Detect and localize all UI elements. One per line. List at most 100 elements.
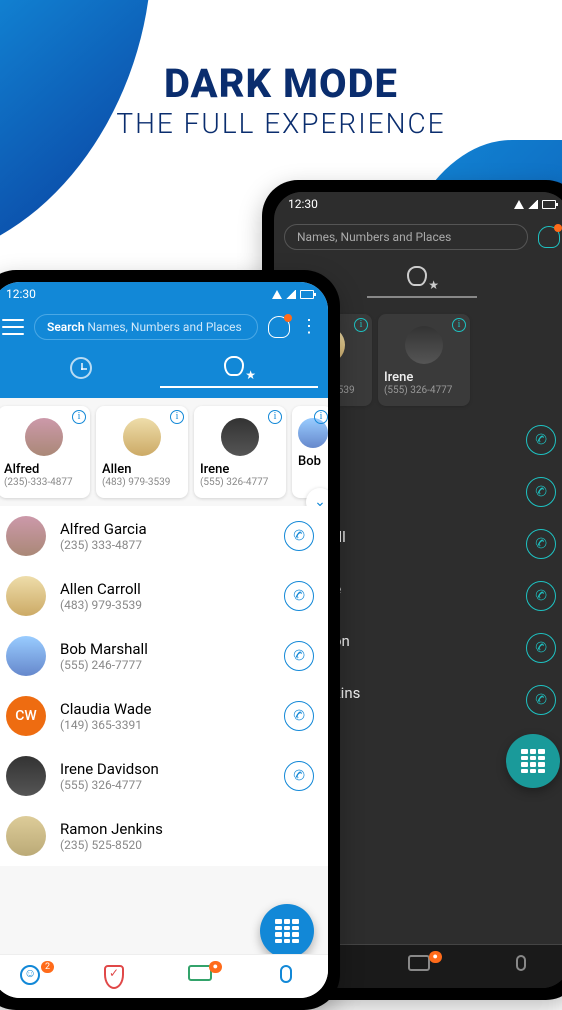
avatar <box>25 418 63 456</box>
avatar <box>405 326 443 364</box>
info-icon[interactable]: i <box>72 410 86 424</box>
search-hint: Names, Numbers and Places <box>87 320 241 334</box>
contact-name: Allen Carroll <box>60 580 270 598</box>
call-button[interactable]: ✆ <box>526 477 556 507</box>
favorite-card[interactable]: i Bob <box>292 406 328 498</box>
call-button[interactable]: ✆ <box>284 701 314 731</box>
call-button[interactable]: ✆ <box>526 425 556 455</box>
contact-phone: (483) 979-3539 <box>60 598 270 612</box>
search-label: Search <box>47 320 84 334</box>
nav-voice-icon[interactable] <box>272 965 300 989</box>
favorite-phone: (555) 326-4777 <box>200 477 280 488</box>
phone-light-shell: 12:30 Search Names, Numbers and Places ⋮ <box>0 270 340 1010</box>
trophy-icon[interactable] <box>268 316 290 338</box>
statusbar-light: 12:30 <box>0 282 328 306</box>
favorite-phone: (483) 979-3539 <box>102 477 182 488</box>
star-icon: ★ <box>245 368 256 382</box>
avatar <box>6 516 46 556</box>
phone-icon: ✆ <box>533 587 548 605</box>
dialpad-fab[interactable] <box>506 734 560 788</box>
nav-block-icon[interactable]: ● <box>188 965 216 989</box>
hero-subtitle: THE FULL EXPERIENCE <box>0 107 562 140</box>
phone-icon: ✆ <box>533 535 548 553</box>
phone-icon: ✆ <box>533 483 548 501</box>
search-hint: Names, Numbers and Places <box>297 230 451 244</box>
contact-phone: (555) 326-4777 <box>60 778 270 792</box>
favorite-card[interactable]: i Allen (483) 979-3539 <box>96 406 188 498</box>
contact-name: Bob Marshall <box>60 640 270 658</box>
hero-title: DARK MODE <box>0 60 562 107</box>
statusbar-dark: 12:30 <box>274 192 562 216</box>
menu-icon[interactable] <box>2 319 24 335</box>
bottom-nav-light: ☺ 2 ● <box>0 954 328 998</box>
phone-icon: ✆ <box>291 707 306 725</box>
call-button[interactable]: ✆ <box>526 685 556 715</box>
call-button[interactable]: ✆ <box>284 581 314 611</box>
tab-recent[interactable] <box>59 354 103 382</box>
call-button[interactable]: ✆ <box>284 521 314 551</box>
nav-badge: 2 <box>41 961 54 973</box>
contact-phone: (235) 333-4877 <box>60 538 270 552</box>
contact-row[interactable]: Irene Davidson(555) 326-4777✆ <box>0 746 328 806</box>
nav-block-icon[interactable]: ● <box>408 955 436 979</box>
call-button[interactable]: ✆ <box>284 641 314 671</box>
info-icon[interactable]: i <box>268 410 282 424</box>
screen-light: 12:30 Search Names, Numbers and Places ⋮ <box>0 282 328 998</box>
favorite-name: Bob <box>298 454 326 469</box>
nav-protect-icon[interactable] <box>104 965 132 989</box>
shield-icon <box>104 965 124 989</box>
overflow-menu-icon[interactable]: ⋮ <box>300 318 318 336</box>
status-time: 12:30 <box>288 197 318 211</box>
tab-contacts[interactable]: ★ <box>217 354 261 382</box>
call-button[interactable]: ✆ <box>526 581 556 611</box>
search-box[interactable]: Search Names, Numbers and Places <box>34 314 258 340</box>
person-icon <box>224 356 244 376</box>
favorite-name: Irene <box>384 370 464 385</box>
tab-underline <box>367 296 477 298</box>
avatar <box>6 576 46 616</box>
nav-badge: ● <box>429 951 442 963</box>
tab-underline <box>160 386 318 388</box>
favorite-phone: (555) 326-4777 <box>384 385 464 396</box>
contact-row[interactable]: CWClaudia Wade(149) 365-3391✆ <box>0 686 328 746</box>
phone-icon: ✆ <box>291 767 306 785</box>
contact-phone: (149) 365-3391 <box>60 718 270 732</box>
dialpad-icon <box>521 749 545 773</box>
contact-row[interactable]: Allen Carroll(483) 979-3539 ✆ <box>0 566 328 626</box>
nav-voice-icon[interactable] <box>507 955 535 979</box>
info-icon[interactable]: i <box>170 410 184 424</box>
info-icon[interactable]: i <box>452 318 466 332</box>
contact-row[interactable]: Alfred Garcia(235) 333-4877 ✆ <box>0 506 328 566</box>
nav-badge: ● <box>209 961 222 973</box>
call-button[interactable]: ✆ <box>526 529 556 559</box>
favorite-card[interactable]: i Irene (555) 326-4777 <box>194 406 286 498</box>
phone-icon: ✆ <box>533 431 548 449</box>
contact-name: Alfred Garcia <box>60 520 270 538</box>
favorite-name: Irene <box>200 462 280 477</box>
info-icon[interactable]: i <box>354 318 368 332</box>
call-button[interactable]: ✆ <box>526 633 556 663</box>
phone-icon: ✆ <box>291 587 306 605</box>
contact-row[interactable]: Bob Marshall(555) 246-7777 ✆ <box>0 626 328 686</box>
contact-row[interactable]: Ramon Jenkins(235) 525-8520 <box>0 806 328 866</box>
nav-caller-id-icon[interactable]: ☺ 2 <box>20 965 48 989</box>
dialpad-fab[interactable] <box>260 904 314 958</box>
contact-phone: (235) 525-8520 <box>60 838 314 852</box>
contact-phone: (555) 246-7777 <box>60 658 270 672</box>
avatar <box>123 418 161 456</box>
phone-icon: ✆ <box>533 639 548 657</box>
contact-list: Alfred Garcia(235) 333-4877 ✆ Allen Carro… <box>0 506 328 866</box>
call-button[interactable]: ✆ <box>284 761 314 791</box>
info-icon[interactable]: i <box>314 410 328 424</box>
search-box-dark[interactable]: Names, Numbers and Places <box>284 224 528 250</box>
favorite-card[interactable]: i Alfred (235)-333-4877 <box>0 406 90 498</box>
trophy-icon[interactable] <box>538 226 560 248</box>
favorite-card[interactable]: i Irene (555) 326-4777 <box>378 314 470 406</box>
favorite-phone: (235)-333-4877 <box>4 477 84 488</box>
clock-icon <box>70 357 92 379</box>
battery-icon <box>542 200 556 209</box>
tab-contacts[interactable]: ★ <box>400 264 444 292</box>
phone-icon: ✆ <box>533 691 548 709</box>
hero-block: DARK MODE THE FULL EXPERIENCE <box>0 60 562 140</box>
avatar <box>6 816 46 856</box>
